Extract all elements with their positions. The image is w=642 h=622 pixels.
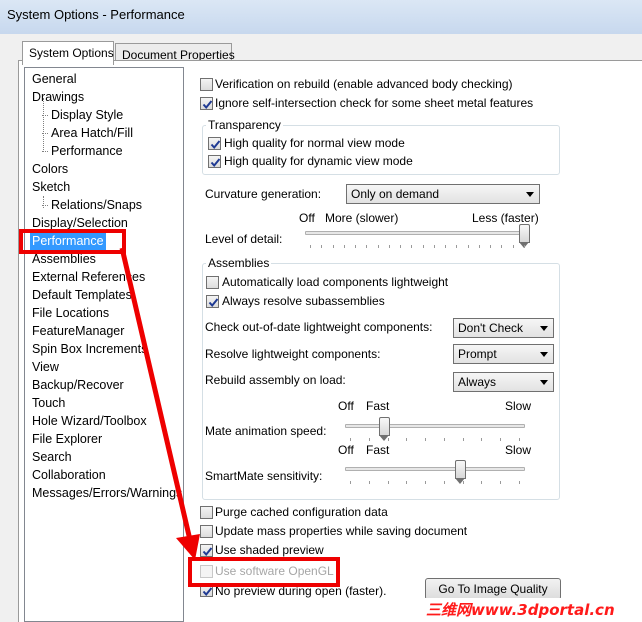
watermark: 三维网www.3dportal.cn	[424, 598, 642, 622]
tab-system-options[interactable]: System Options	[22, 41, 114, 65]
tab-label: System Options	[29, 46, 114, 60]
annotation-arrow-icon	[119, 247, 200, 560]
